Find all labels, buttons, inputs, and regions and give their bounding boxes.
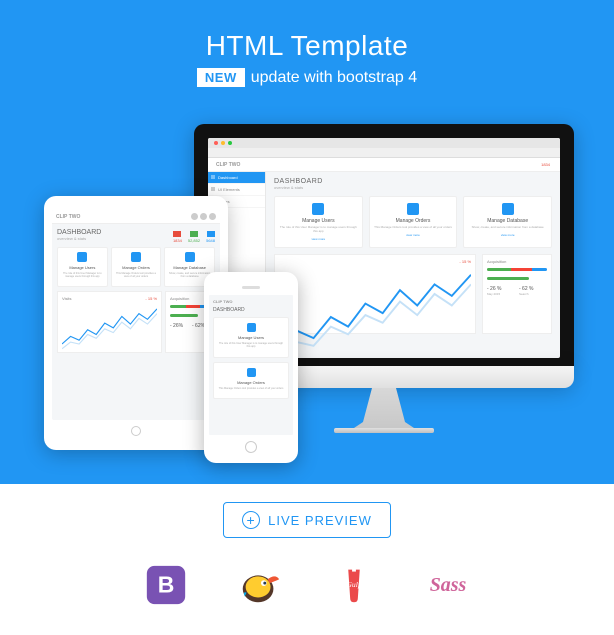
maximize-icon bbox=[228, 141, 232, 145]
live-preview-button[interactable]: + LIVE PREVIEW bbox=[223, 502, 391, 538]
card-manage-users[interactable]: Manage Users The role of this User Manag… bbox=[274, 196, 363, 248]
page-subtitle: overview & stats bbox=[274, 185, 552, 190]
live-preview-row: + LIVE PREVIEW bbox=[0, 484, 614, 548]
hero-subtitle: NEW update with bootstrap 4 bbox=[0, 68, 614, 87]
progress-bar bbox=[487, 268, 547, 271]
hero-banner: HTML Template NEW update with bootstrap 4… bbox=[0, 0, 614, 484]
database-icon bbox=[185, 252, 195, 262]
avatar-icon bbox=[200, 213, 207, 220]
stat-icon bbox=[207, 231, 215, 237]
browser-tabbar bbox=[208, 148, 560, 158]
page-title: DASHBOARD bbox=[57, 229, 101, 236]
gulp-logo-icon: Gulp bbox=[331, 562, 377, 608]
header-stat: 1834 bbox=[541, 162, 550, 167]
device-mockups: CLIP TWO 1834 Dashboard UI Elements Tabl… bbox=[0, 104, 614, 484]
visits-chart: - 15 % bbox=[274, 254, 476, 334]
sass-logo-icon: Sass bbox=[425, 562, 471, 608]
svg-text:Gulp: Gulp bbox=[346, 580, 361, 589]
brand-label: CLIP TWO bbox=[56, 214, 80, 220]
orders-icon bbox=[247, 368, 256, 377]
svg-text:B: B bbox=[158, 572, 175, 598]
close-icon bbox=[214, 141, 218, 145]
card-manage-users[interactable]: Manage UsersThe role of this User Manage… bbox=[213, 317, 289, 358]
plus-circle-icon: + bbox=[242, 511, 260, 529]
user-avatars bbox=[191, 213, 216, 220]
card-manage-users[interactable]: Manage UsersThe role of this User Manage… bbox=[57, 247, 108, 287]
page-title: DASHBOARD bbox=[213, 307, 289, 313]
users-icon bbox=[247, 323, 256, 332]
progress-bar bbox=[487, 277, 529, 280]
line-chart-icon bbox=[279, 269, 471, 358]
brand-label: CLIP TWO bbox=[212, 159, 244, 171]
avatar-icon bbox=[209, 213, 216, 220]
page-title: DASHBOARD bbox=[274, 178, 552, 185]
iphone-mockup: CLIP TWO DASHBOARD Manage UsersThe role … bbox=[204, 272, 298, 463]
home-button-icon bbox=[245, 441, 257, 453]
window-titlebar bbox=[208, 138, 560, 148]
visits-chart: Visits- 15 % bbox=[57, 291, 162, 353]
acquisition-panel: Acquisition - 26 %May 2015 - 62 %Search bbox=[482, 254, 552, 334]
hero-title: HTML Template bbox=[0, 0, 614, 62]
orders-icon bbox=[131, 252, 141, 262]
live-preview-label: LIVE PREVIEW bbox=[268, 513, 372, 528]
card-manage-orders[interactable]: Manage OrdersThis Manage Orders tool pro… bbox=[213, 362, 289, 399]
app-topbar: CLIP TWO 1834 bbox=[208, 158, 560, 172]
users-icon bbox=[77, 252, 87, 262]
main-panel: DASHBOARD overview & stats Manage Users … bbox=[266, 172, 560, 358]
bootstrap-logo-icon: B bbox=[143, 562, 189, 608]
ipad-mockup: CLIP TWO DASHBOARD overview & stats bbox=[44, 196, 228, 450]
avatar-icon bbox=[191, 213, 198, 220]
orders-icon bbox=[407, 203, 419, 215]
stat-icon bbox=[173, 231, 181, 237]
hero-subtitle-text: update with bootstrap 4 bbox=[251, 69, 417, 86]
card-manage-orders[interactable]: Manage Orders This Manage Orders tool pr… bbox=[369, 196, 458, 248]
line-chart-icon bbox=[62, 306, 157, 354]
brand-label: CLIP TWO bbox=[213, 299, 289, 304]
sidebar-item-dashboard[interactable]: Dashboard bbox=[208, 172, 265, 184]
card-manage-database[interactable]: Manage Database Show, create, and secure… bbox=[463, 196, 552, 248]
users-icon bbox=[312, 203, 324, 215]
minimize-icon bbox=[221, 141, 225, 145]
stat-icon bbox=[190, 231, 198, 237]
home-button-icon bbox=[131, 426, 141, 436]
sidebar-item-ui-elements[interactable]: UI Elements bbox=[208, 184, 265, 196]
new-badge: NEW bbox=[197, 68, 245, 87]
tech-logos-row: B Gulp Sass bbox=[0, 548, 614, 622]
bower-logo-icon bbox=[237, 562, 283, 608]
database-icon bbox=[502, 203, 514, 215]
card-manage-orders[interactable]: Manage OrdersThis Manage Orders tool pro… bbox=[111, 247, 162, 287]
speaker-icon bbox=[242, 286, 260, 289]
svg-text:Sass: Sass bbox=[430, 574, 467, 596]
